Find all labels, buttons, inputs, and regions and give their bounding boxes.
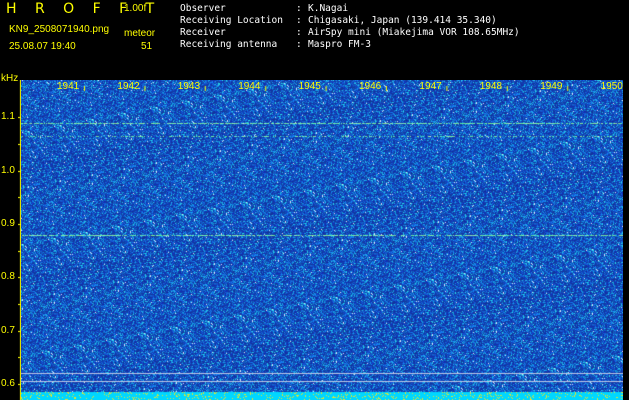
x-tick-label: 1944 (238, 81, 261, 92)
info-value-antenna: Maspro FM-3 (308, 39, 371, 50)
meteor-count: 51 (141, 41, 153, 52)
y-tick-label: 0.8 (1, 271, 15, 283)
spectrogram-plot (21, 80, 623, 400)
info-label-antenna: Receiving antenna (180, 39, 278, 50)
info-label-observer: Observer (180, 3, 226, 14)
app-version: 1.00f (124, 3, 147, 14)
y-tick-label: 0.9 (1, 218, 15, 229)
y-tick-label: 1.0 (1, 164, 15, 176)
x-tick-label: 1945 (298, 81, 321, 92)
info-label-location: Receiving Location (180, 15, 283, 26)
x-tick-label: 1947 (419, 81, 442, 92)
x-tick-label: 1948 (479, 81, 503, 92)
x-tick-label: 1949 (540, 81, 563, 92)
info-label-receiver: Receiver (180, 27, 226, 38)
file-name: KN9_2508071940.png (9, 24, 110, 35)
info-colon: : (296, 15, 302, 26)
x-tick-label: 1941 (57, 81, 80, 92)
y-tick-label: 1.1 (1, 111, 15, 123)
y-axis-unit-label: kHz (1, 73, 19, 84)
y-tick-label: 0.6 (1, 378, 15, 389)
info-colon: : (296, 27, 302, 38)
info-value-location: Chigasaki, Japan (139.414 35.340) (308, 15, 497, 26)
info-value-observer: K.Nagai (308, 3, 349, 14)
y-tick-label: 0.7 (1, 324, 15, 336)
timestamp: 25.08.07 19:40 (9, 41, 76, 52)
meteor-label: meteor (124, 28, 156, 39)
info-colon: : (296, 39, 302, 50)
x-tick-label: 1950 (600, 81, 623, 92)
x-tick-label: 1946 (359, 81, 382, 92)
x-tick-label: 1942 (117, 81, 140, 92)
info-colon: : (296, 3, 302, 14)
y-axis-bar (18, 80, 21, 400)
info-value-receiver: AirSpy mini (Miakejima VOR 108.65MHz) (308, 27, 520, 38)
x-tick-label: 1943 (177, 81, 201, 92)
